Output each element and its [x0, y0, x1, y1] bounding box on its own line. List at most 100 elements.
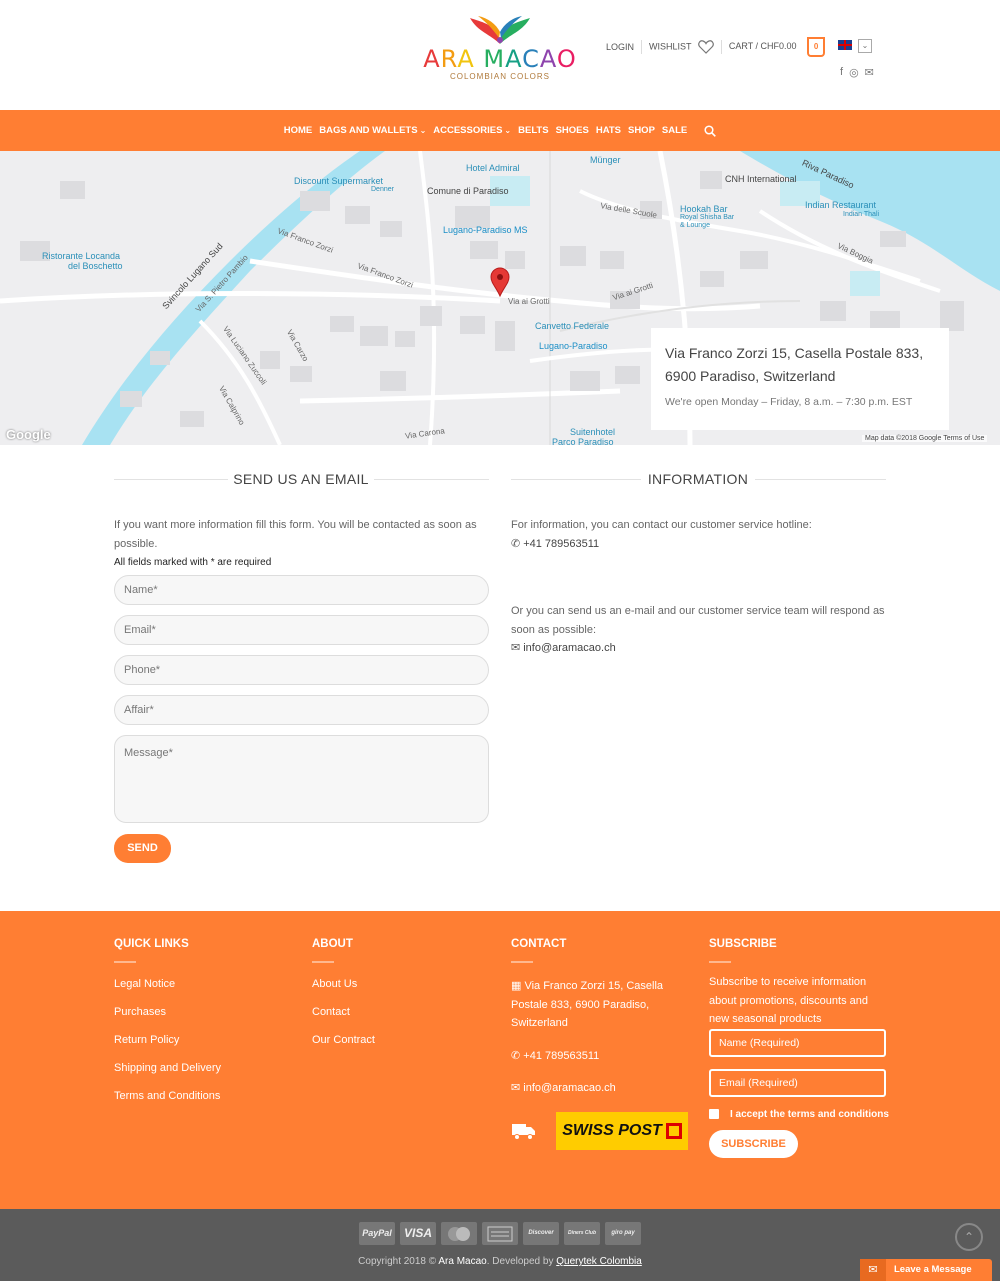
- footer-address-text: Via Franco Zorzi 15, Casella Postale 833…: [511, 980, 664, 1029]
- nav-sale[interactable]: SALE: [662, 125, 687, 136]
- phone-input[interactable]: Phone*: [114, 655, 489, 685]
- title-bar: [312, 961, 334, 963]
- name-input[interactable]: Name*: [114, 575, 489, 605]
- nav-bags-and-wallets[interactable]: BAGS AND WALLETS ⌄: [319, 125, 426, 136]
- nav-belts[interactable]: BELTS: [518, 125, 548, 136]
- bank-transfer-icon: [482, 1222, 518, 1245]
- brand-tagline: COLOMBIAN COLORS: [449, 72, 550, 81]
- envelope-icon: ✉: [511, 1082, 524, 1094]
- wishlist-label: WISHLIST: [649, 41, 692, 52]
- diners-club-icon: Diners Club: [564, 1222, 600, 1245]
- site-logo[interactable]: ARA MACAO COLOMBIAN COLORS: [420, 14, 580, 98]
- nav-shop[interactable]: SHOP: [628, 125, 655, 136]
- phone-number: +41 789563511: [523, 538, 600, 550]
- mastercard-icon: [441, 1222, 477, 1245]
- message-textarea[interactable]: Message*: [114, 735, 489, 823]
- about-title: ABOUT: [312, 938, 353, 950]
- footer-email[interactable]: ✉ info@aramacao.ch: [511, 1079, 671, 1098]
- copyright-developed: . Developed by: [486, 1256, 557, 1267]
- copyright-brand: Ara Macao: [438, 1256, 487, 1267]
- phone-icon: ✆: [511, 1049, 524, 1062]
- location-pin-icon[interactable]: [490, 267, 510, 297]
- info-email[interactable]: ✉ info@aramacao.ch: [511, 639, 616, 658]
- mail-icon[interactable]: ✉: [865, 66, 874, 79]
- quick-links-column: QUICK LINKS Legal Notice Purchases Retur…: [114, 938, 294, 1117]
- map-label: Hookah Bar: [680, 204, 728, 214]
- footer-link-our-contract[interactable]: Our Contract: [312, 1033, 492, 1048]
- macaw-logo-icon: [470, 16, 530, 44]
- google-logo: Google: [6, 427, 51, 442]
- footer-link-legal-notice[interactable]: Legal Notice: [114, 977, 294, 992]
- footer-link-terms[interactable]: Terms and Conditions: [114, 1089, 294, 1104]
- footer-link-about-us[interactable]: About Us: [312, 977, 492, 992]
- footer-link-purchases[interactable]: Purchases: [114, 1005, 294, 1020]
- facebook-icon[interactable]: f: [840, 66, 843, 79]
- subscribe-name-input[interactable]: Name (Required): [709, 1028, 886, 1057]
- footer-link-shipping[interactable]: Shipping and Delivery: [114, 1061, 294, 1076]
- uk-flag-icon[interactable]: [838, 40, 852, 50]
- subscribe-email-input[interactable]: Email (Required): [709, 1068, 886, 1097]
- map-attribution[interactable]: Map data ©2018 Google Terms of Use: [862, 435, 988, 442]
- leave-message-button[interactable]: ✉ Leave a Message: [860, 1259, 992, 1281]
- login-link[interactable]: LOGIN: [606, 42, 634, 52]
- copyright-prefix: Copyright 2018 ©: [358, 1256, 439, 1267]
- title-line: [374, 479, 489, 480]
- chevron-down-icon: ⌄: [504, 126, 512, 135]
- map-label: Lugano-Paradiso: [539, 341, 608, 351]
- developer-link[interactable]: Querytek Colombia: [556, 1256, 642, 1267]
- back-to-top-button[interactable]: ⌃: [955, 1223, 983, 1251]
- cart-label: CART / CHF0.00: [728, 41, 797, 51]
- nav-home[interactable]: HOME: [284, 125, 313, 136]
- wishlist-link[interactable]: WISHLIST: [649, 40, 714, 54]
- search-icon[interactable]: [704, 124, 717, 137]
- subscribe-column: SUBSCRIBE Subscribe to receive informati…: [709, 938, 889, 1158]
- site-footer: QUICK LINKS Legal Notice Purchases Retur…: [0, 911, 1000, 1209]
- map-label: Via ai Grotti: [508, 297, 550, 306]
- title-line: [755, 479, 886, 480]
- info-section-title: INFORMATION: [647, 471, 749, 487]
- subscribe-button[interactable]: SUBSCRIBE: [709, 1129, 798, 1158]
- footer-link-return-policy[interactable]: Return Policy: [114, 1033, 294, 1048]
- discover-icon: Discover: [523, 1222, 559, 1245]
- brand-name: ARA MACAO: [423, 45, 577, 73]
- email-text: Or you can send us an e-mail and our cus…: [511, 605, 885, 636]
- chevron-down-icon: ⌄: [419, 126, 427, 135]
- social-links: f ◎ ✉: [840, 66, 874, 79]
- opening-hours: We're open Monday – Friday, 8 a.m. – 7:3…: [665, 396, 913, 408]
- swiss-cross-icon: [665, 1123, 682, 1139]
- info-phone[interactable]: ✆ +41 789563511: [511, 535, 599, 554]
- envelope-icon: ✉: [860, 1259, 886, 1281]
- nav-hats[interactable]: HATS: [596, 125, 621, 136]
- map-label: Canvetto Federale: [535, 321, 610, 331]
- language-dropdown[interactable]: ⌄: [858, 39, 872, 53]
- map-label: CNH International: [725, 174, 797, 184]
- subscribe-text: Subscribe to receive information about p…: [709, 976, 868, 1025]
- terms-label: I accept the terms and conditions: [730, 1108, 889, 1120]
- map-label: Ristorante Locanda: [42, 251, 121, 261]
- email-input[interactable]: Email*: [114, 615, 489, 645]
- cart-link[interactable]: CART / CHF0.00 0: [728, 37, 826, 57]
- terms-checkbox[interactable]: [709, 1109, 719, 1119]
- map-icon: ▦: [511, 980, 525, 992]
- affair-input[interactable]: Affair*: [114, 695, 489, 725]
- footer-phone[interactable]: ✆ +41 789563511: [511, 1047, 671, 1066]
- address-text: Via Franco Zorzi 15, Casella Postale 833…: [665, 345, 924, 384]
- map-label: Suitenhotel: [570, 427, 616, 437]
- swiss-post-text: SWISS POST: [562, 1122, 662, 1139]
- nav-accessories[interactable]: ACCESSORIES ⌄: [433, 125, 511, 136]
- footer-link-contact[interactable]: Contact: [312, 1005, 492, 1020]
- address-card: Via Franco Zorzi 15, Casella Postale 833…: [651, 328, 949, 430]
- instagram-icon[interactable]: ◎: [849, 66, 859, 79]
- map-label: Hotel Admiral: [466, 163, 520, 173]
- subscribe-title: SUBSCRIBE: [709, 938, 777, 950]
- account-nav: LOGIN WISHLIST CART / CHF0.00 0: [606, 35, 826, 59]
- map-label: Discount Supermarket: [294, 176, 384, 186]
- paypal-icon: PayPal: [359, 1222, 395, 1245]
- send-button[interactable]: SEND: [114, 834, 171, 863]
- nav-shoes[interactable]: SHOES: [556, 125, 589, 136]
- quick-links-title: QUICK LINKS: [114, 938, 189, 950]
- contact-column: CONTACT ▦ Via Franco Zorzi 15, Casella P…: [511, 938, 671, 1098]
- terms-checkbox-row[interactable]: I accept the terms and conditions: [709, 1109, 889, 1120]
- location-map[interactable]: Hotel Admiral Münger CNH International R…: [0, 151, 1000, 445]
- nav-label: BAGS AND WALLETS: [319, 125, 418, 136]
